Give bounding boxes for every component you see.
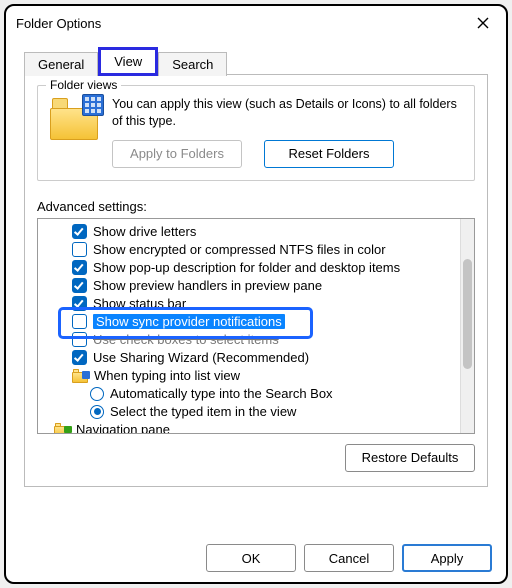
opt-show-sync-label: Show sync provider notifications	[93, 314, 285, 329]
opt-show-status[interactable]: Show status bar	[44, 295, 458, 313]
folder-options-dialog: Folder Options General View Search Folde…	[4, 4, 508, 584]
advanced-settings-tree[interactable]: Show drive letters Show encrypted or com…	[37, 218, 475, 434]
folder-views-label: Folder views	[46, 78, 121, 92]
tab-view[interactable]: View	[98, 47, 158, 76]
folder-icon	[54, 423, 70, 433]
checkbox-icon	[72, 278, 87, 293]
cat-nav-pane[interactable]: Navigation pane	[44, 421, 458, 433]
cancel-button[interactable]: Cancel	[304, 544, 394, 572]
checkbox-icon	[72, 224, 87, 239]
opt-auto-type[interactable]: Automatically type into the Search Box	[44, 385, 458, 403]
titlebar: Folder Options	[6, 6, 506, 40]
checkbox-icon	[72, 332, 87, 347]
folder-views-desc: You can apply this view (such as Details…	[112, 96, 462, 130]
radio-icon	[90, 387, 104, 401]
opt-show-ntfs-color[interactable]: Show encrypted or compressed NTFS files …	[44, 241, 458, 259]
close-button[interactable]	[470, 10, 496, 36]
checkbox-icon	[72, 260, 87, 275]
cat-typing-list[interactable]: When typing into list view	[44, 367, 458, 385]
opt-show-popup[interactable]: Show pop-up description for folder and d…	[44, 259, 458, 277]
checkbox-icon	[72, 350, 87, 365]
close-icon	[477, 17, 489, 29]
checkbox-icon	[72, 314, 87, 329]
checkbox-icon	[72, 242, 87, 257]
tab-search[interactable]: Search	[158, 52, 227, 76]
opt-select-typed[interactable]: Select the typed item in the view	[44, 403, 458, 421]
tab-general[interactable]: General	[24, 52, 98, 76]
opt-show-sync[interactable]: Show sync provider notifications	[44, 313, 458, 331]
apply-button[interactable]: Apply	[402, 544, 492, 572]
tab-panel-view: Folder views You can apply this view (su…	[24, 74, 488, 487]
opt-use-sharing[interactable]: Use Sharing Wizard (Recommended)	[44, 349, 458, 367]
folder-icon	[72, 369, 88, 383]
radio-icon	[90, 405, 104, 419]
folder-views-group: Folder views You can apply this view (su…	[37, 85, 475, 181]
checkbox-icon	[72, 296, 87, 311]
opt-use-checkboxes[interactable]: Use check boxes to select items	[44, 331, 458, 349]
opt-show-drive-letters[interactable]: Show drive letters	[44, 223, 458, 241]
opt-show-preview[interactable]: Show preview handlers in preview pane	[44, 277, 458, 295]
folder-views-icon	[50, 98, 98, 140]
restore-defaults-button[interactable]: Restore Defaults	[345, 444, 475, 472]
scrollbar[interactable]	[460, 219, 474, 433]
ok-button[interactable]: OK	[206, 544, 296, 572]
advanced-settings-label: Advanced settings:	[37, 199, 475, 214]
apply-to-folders-button: Apply to Folders	[112, 140, 242, 168]
window-title: Folder Options	[16, 16, 101, 31]
dialog-button-row: OK Cancel Apply	[6, 536, 506, 582]
reset-folders-button[interactable]: Reset Folders	[264, 140, 394, 168]
scroll-thumb[interactable]	[463, 259, 472, 369]
tab-strip: General View Search	[24, 46, 488, 75]
